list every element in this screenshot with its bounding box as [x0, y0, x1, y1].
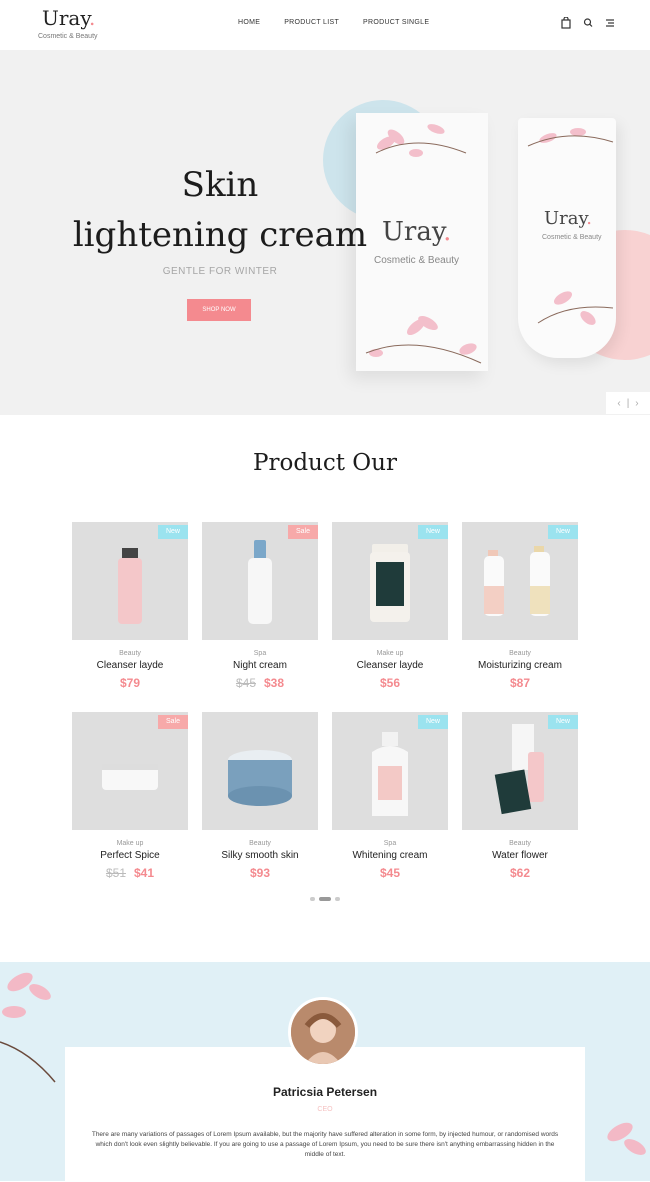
- chevron-left-icon[interactable]: ‹: [617, 398, 620, 409]
- product-tube-image: Uray. Cosmetic & Beauty: [518, 118, 616, 358]
- carousel-dot[interactable]: [310, 897, 315, 901]
- product-name[interactable]: Moisturizing cream: [462, 660, 578, 671]
- product-name[interactable]: Perfect Spice: [72, 850, 188, 861]
- product-current-price: $87: [509, 676, 531, 690]
- product-current-price: $79: [119, 676, 141, 690]
- carousel-dot-active[interactable]: [319, 897, 331, 901]
- slider-separator: |: [626, 397, 630, 409]
- product-image[interactable]: Sale: [202, 522, 318, 640]
- product-card[interactable]: New Make up Cleanser layde $56: [332, 522, 448, 692]
- carousel-dot[interactable]: [335, 897, 340, 901]
- product-old-price: $45: [235, 676, 256, 690]
- product-card[interactable]: New Beauty Moisturizing cream $87: [462, 522, 578, 692]
- status-badge: New: [548, 525, 578, 539]
- product-price: $56: [332, 676, 448, 690]
- carousel-dots: [310, 897, 340, 901]
- product-image[interactable]: Sale: [72, 712, 188, 830]
- product-card[interactable]: New Beauty Cleanser layde $79: [72, 522, 188, 692]
- product-current-price: $45: [379, 866, 401, 880]
- main-nav: HOME PRODUCT LIST PRODUCT SINGLE: [238, 19, 429, 26]
- product-image[interactable]: New: [72, 522, 188, 640]
- product-name[interactable]: Cleanser layde: [332, 660, 448, 671]
- product-price: $45 $38: [202, 676, 318, 690]
- product-price: $51 $41: [72, 866, 188, 880]
- product-name[interactable]: Night cream: [202, 660, 318, 671]
- product-category: Spa: [253, 650, 267, 657]
- product-category: Beauty: [509, 650, 531, 657]
- shop-now-button[interactable]: SHOP NOW: [187, 299, 251, 321]
- nav-home[interactable]: HOME: [238, 19, 260, 26]
- product-image[interactable]: New: [462, 712, 578, 830]
- status-badge: Sale: [288, 525, 318, 539]
- product-current-price: $56: [379, 676, 401, 690]
- product-current-price: $38: [264, 676, 285, 690]
- logo[interactable]: Uray.: [42, 6, 95, 30]
- product-current-price: $41: [134, 866, 155, 880]
- testimonial-text: There are many variations of passages of…: [91, 1131, 559, 1158]
- status-badge: New: [418, 715, 448, 729]
- bag-icon[interactable]: [561, 16, 571, 29]
- product-name[interactable]: Whitening cream: [332, 850, 448, 861]
- status-badge: New: [548, 715, 578, 729]
- product-image[interactable]: [202, 712, 318, 830]
- header-icons: [561, 16, 615, 29]
- product-current-price: $93: [249, 866, 271, 880]
- testimonial-role: CEO: [317, 1106, 333, 1113]
- product-category: Beauty: [119, 650, 141, 657]
- site-header: Uray. Cosmetic & Beauty HOME PRODUCT LIS…: [0, 0, 650, 50]
- product-card[interactable]: Beauty Silky smooth skin $93: [202, 712, 318, 882]
- product-category: Spa: [383, 840, 397, 847]
- testimonial-name: Patricsia Petersen: [272, 1085, 378, 1099]
- product-name[interactable]: Silky smooth skin: [202, 850, 318, 861]
- hero-banner: Uray. Cosmetic & Beauty Uray. Cosmetic &…: [0, 50, 650, 415]
- product-price: $79: [72, 676, 188, 690]
- section-title: Product Our: [253, 450, 397, 476]
- status-badge: Sale: [158, 715, 188, 729]
- menu-icon[interactable]: [605, 16, 615, 28]
- product-old-price: $51: [105, 866, 126, 880]
- product-image[interactable]: New: [332, 522, 448, 640]
- product-card[interactable]: Sale Spa Night cream $45 $38: [202, 522, 318, 692]
- product-price: $87: [462, 676, 578, 690]
- status-badge: New: [158, 525, 188, 539]
- testimonial-card: [65, 1047, 585, 1181]
- hero-title: Skin lightening cream: [72, 165, 368, 255]
- product-price: $45: [332, 866, 448, 880]
- nav-product-single[interactable]: PRODUCT SINGLE: [363, 19, 429, 26]
- nav-product-list[interactable]: PRODUCT LIST: [284, 19, 339, 26]
- product-name[interactable]: Water flower: [462, 850, 578, 861]
- hero-subtitle: GENTLE FOR WINTER: [162, 266, 278, 277]
- product-current-price: $62: [509, 866, 531, 880]
- product-price: $62: [462, 866, 578, 880]
- product-image[interactable]: New: [332, 712, 448, 830]
- status-badge: New: [418, 525, 448, 539]
- product-category: Beauty: [249, 840, 271, 847]
- product-price: $93: [202, 866, 318, 880]
- product-card[interactable]: New Beauty Water flower $62: [462, 712, 578, 882]
- chevron-right-icon[interactable]: ›: [635, 398, 638, 409]
- product-category: Make up: [116, 840, 144, 847]
- avatar: [288, 997, 358, 1067]
- flower-decor-icon: [607, 1122, 646, 1155]
- product-card[interactable]: New Spa Whitening cream $45: [332, 712, 448, 882]
- search-icon[interactable]: [583, 16, 593, 28]
- slider-controls: ‹ | ›: [606, 392, 650, 414]
- logo-tagline: Cosmetic & Beauty: [38, 33, 98, 40]
- product-name[interactable]: Cleanser layde: [72, 660, 188, 671]
- product-image[interactable]: New: [462, 522, 578, 640]
- product-category: Beauty: [509, 840, 531, 847]
- product-card[interactable]: Sale Make up Perfect Spice $51 $41: [72, 712, 188, 882]
- product-category: Make up: [376, 650, 404, 657]
